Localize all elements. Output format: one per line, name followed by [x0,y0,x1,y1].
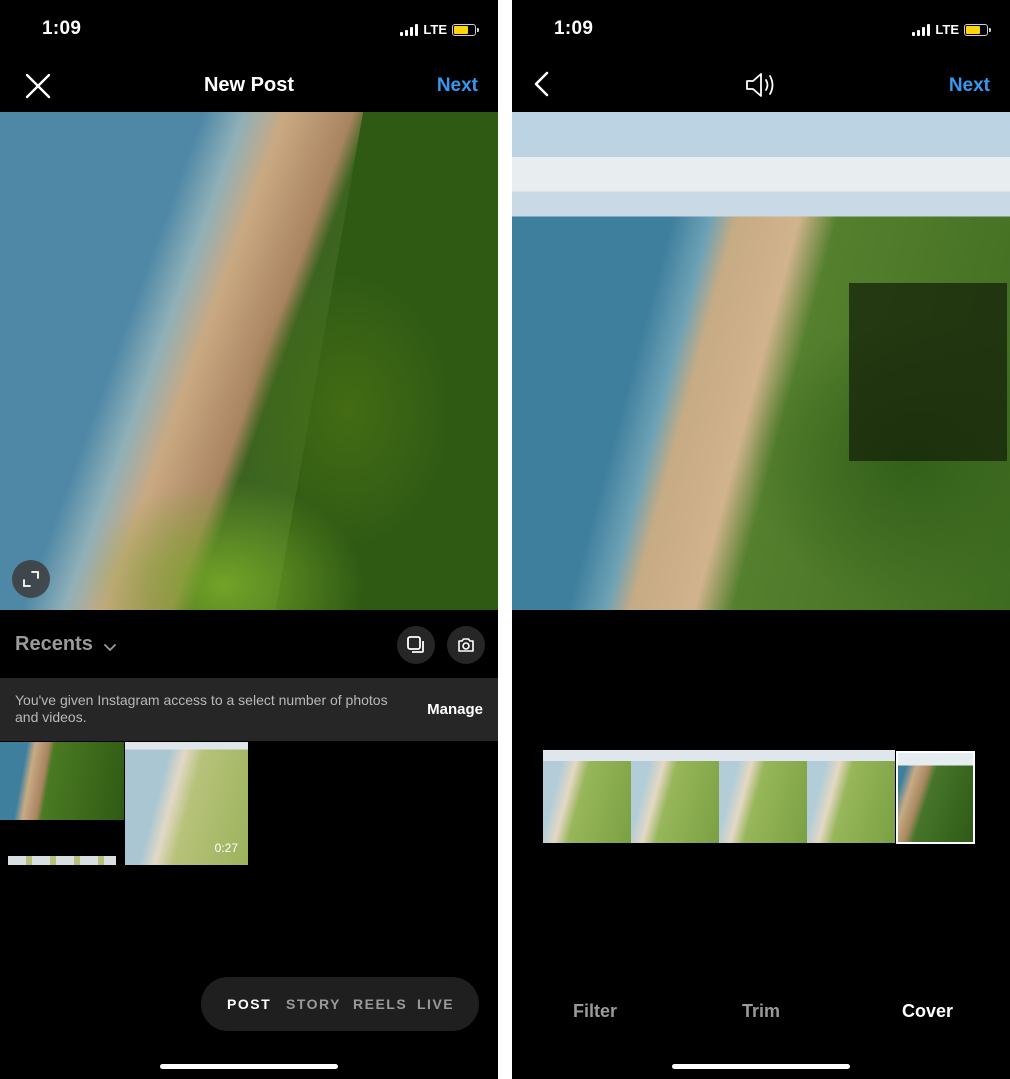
mode-reels[interactable]: REELS [353,996,407,1012]
battery-icon [964,23,991,36]
status-time: 1:09 [42,18,82,39]
multi-select-icon[interactable] [397,626,435,664]
status-time: 1:09 [554,18,594,39]
network-label: LTE [423,22,447,37]
expand-icon[interactable] [12,560,50,598]
access-message: You've given Instagram access to a selec… [15,692,388,725]
mode-live[interactable]: LIVE [417,996,454,1012]
manage-button[interactable]: Manage [427,701,483,718]
gallery-header: Recents [0,625,498,665]
signal-icon [400,23,419,36]
tab-cover[interactable]: Cover [902,1001,953,1022]
speaker-icon[interactable] [744,70,778,100]
album-selector[interactable]: Recents [15,633,93,656]
battery-icon [452,23,479,36]
top-bar: New Post Next [0,60,498,110]
selected-cover-frame[interactable] [896,751,975,844]
filmstrip-frame [543,750,631,843]
camera-icon[interactable] [447,626,485,664]
new-post-screen: 1:09 LTE New Post Next Recents You've gi… [0,0,498,1079]
limited-access-banner: You've given Instagram access to a selec… [0,678,498,741]
filmstrip-frame [631,750,719,843]
next-button[interactable]: Next [949,75,990,97]
mode-story[interactable]: STORY [286,996,341,1012]
cover-filmstrip[interactable] [543,750,979,844]
mode-switcher: POST STORY REELS LIVE [201,977,479,1031]
network-label: LTE [935,22,959,37]
filmstrip-frame [719,750,807,843]
next-button[interactable]: Next [437,75,478,97]
mode-post[interactable]: POST [227,996,271,1012]
status-indicators: LTE [912,22,991,37]
video-preview[interactable] [512,112,1010,610]
back-chevron-icon[interactable] [532,70,552,100]
top-bar: Next [512,60,1010,110]
video-edit-screen: 1:09 LTE Next Filter Trim Cover [512,0,1010,1079]
gallery-thumbnail[interactable] [8,856,116,865]
home-indicator [160,1064,338,1069]
home-indicator [672,1064,850,1069]
signal-icon [912,23,931,36]
tab-trim[interactable]: Trim [742,1001,780,1022]
gallery-thumbnail[interactable] [0,742,124,820]
status-indicators: LTE [400,22,479,37]
video-duration: 0:27 [214,841,238,855]
page-title: New Post [203,74,295,96]
selected-media-preview[interactable] [0,112,498,610]
chevron-down-icon[interactable] [104,639,116,657]
gallery-thumbnail[interactable]: 0:27 [125,742,248,865]
tab-filter[interactable]: Filter [573,1001,617,1022]
filmstrip-frame [807,750,895,843]
dimmed-region [849,283,1007,461]
